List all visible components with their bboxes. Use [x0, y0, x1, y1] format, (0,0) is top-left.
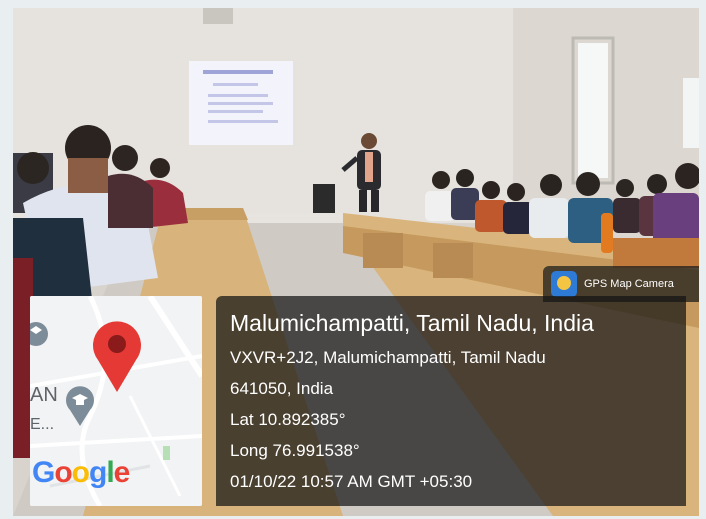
- address-line-2: 641050, India: [230, 379, 334, 398]
- google-logo: Google: [32, 456, 130, 489]
- timestamp: 01/10/22 10:57 AM GMT +05:30: [230, 472, 473, 491]
- map-thumbnail: AN E... Google: [30, 296, 202, 506]
- map-partial-label-2: E...: [30, 416, 55, 433]
- location-info-panel: Malumichampatti, Tamil Nadu, India VXVR+…: [216, 296, 686, 506]
- location-title: Malumichampatti, Tamil Nadu, India: [230, 310, 594, 336]
- latitude: Lat 10.892385°: [230, 410, 346, 429]
- address-line-1: VXVR+2J2, Malumichampatti, Tamil Nadu: [230, 348, 546, 367]
- map-pin-icon: [92, 320, 142, 392]
- longitude: Long 76.991538°: [230, 441, 360, 460]
- app-badge-label: GPS Map Camera: [584, 278, 674, 290]
- map-partial-label: AN: [30, 384, 58, 406]
- gps-map-camera-icon: [551, 271, 577, 297]
